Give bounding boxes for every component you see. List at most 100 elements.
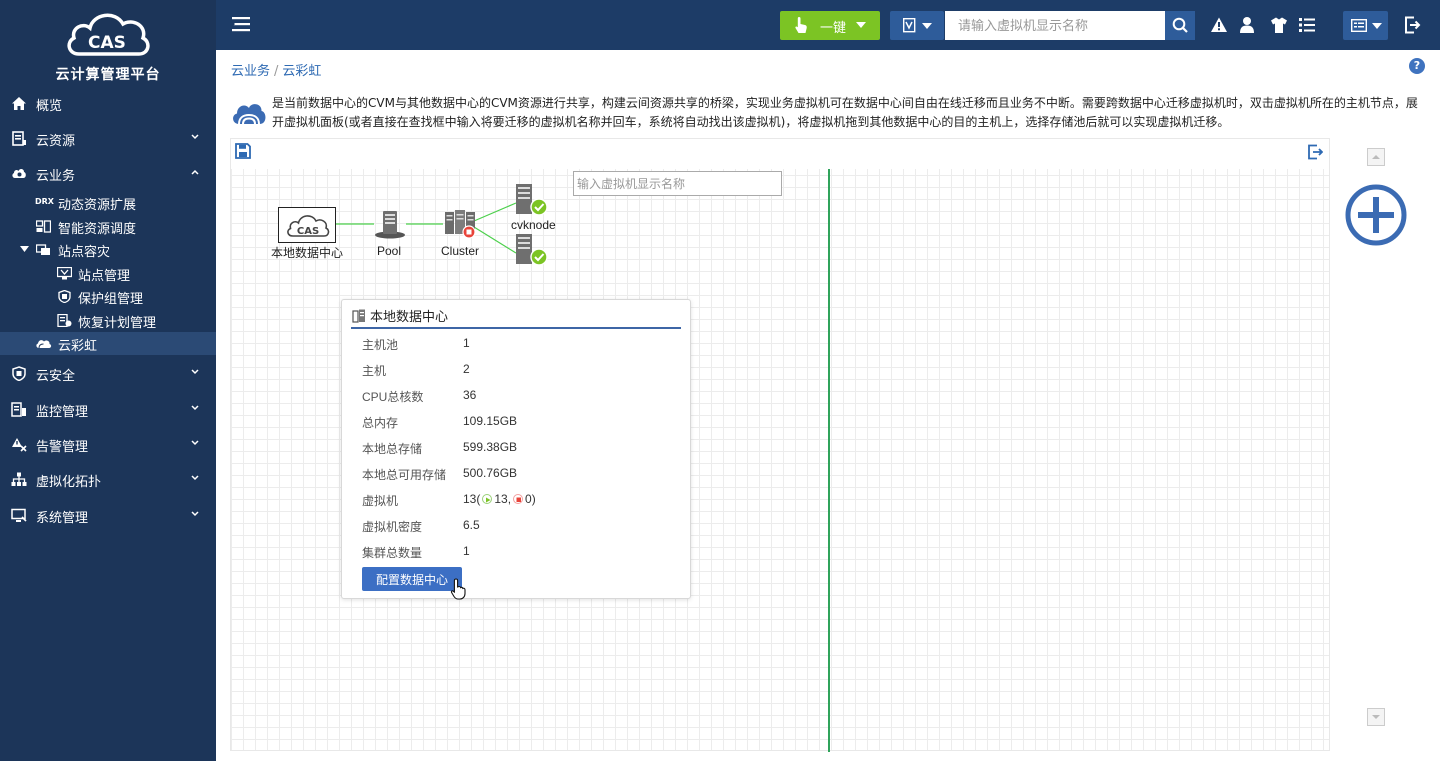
info-row-vm: 虚拟机 13(13, 0)	[362, 490, 682, 510]
breadcrumb-separator: /	[274, 64, 279, 79]
sidebar-item-topology[interactable]: 虚拟化拓扑	[0, 464, 216, 494]
vm-total: 13(	[463, 492, 481, 506]
sidebar-item-overview[interactable]: 概览	[0, 88, 216, 118]
hand-cursor-icon	[450, 578, 466, 600]
sidebar-subitem-site-dr[interactable]: 站点容灾	[0, 238, 216, 261]
sidebar-subitem-site-manage[interactable]: 站点管理	[0, 262, 216, 285]
info-row: 本地总可用存储 500.76GB	[362, 464, 682, 484]
sidebar-subitem-label: 智能资源调度	[58, 222, 137, 237]
info-value: 1	[463, 336, 470, 350]
vm-search-input[interactable]	[945, 11, 1165, 40]
brand: CAS 云计算管理平台	[0, 0, 216, 86]
main-content: 云业务 / 云彩虹 ? 是当前数据中心的CVM与其他数据中心的CVM资源进行共享，构…	[216, 50, 1440, 761]
sidebar: CAS 云计算管理平台 概览 云资源 云业务 DRX 动态资源扩展 智能资源调度…	[0, 0, 216, 761]
vm-running-count: 13,	[494, 492, 512, 506]
export-icon[interactable]	[1307, 144, 1323, 160]
sidebar-item-label: 虚拟化拓扑	[36, 475, 102, 490]
help-icon[interactable]: ?	[1409, 58, 1425, 74]
svg-text:CAS: CAS	[88, 33, 126, 53]
user-icon[interactable]	[1238, 16, 1256, 34]
sidebar-subitem-drx[interactable]: DRX 动态资源扩展	[0, 191, 216, 214]
info-row: 主机池 1	[362, 334, 682, 354]
sidebar-item-monitor[interactable]: 监控管理	[0, 394, 216, 424]
search-button[interactable]	[1165, 11, 1195, 40]
info-value: 36	[463, 388, 477, 402]
datacenter-icon	[352, 309, 365, 323]
cloud-security-icon	[12, 366, 26, 381]
info-key: 主机	[362, 364, 387, 378]
info-key: 集群总数量	[362, 546, 423, 560]
info-key: 主机池	[362, 338, 399, 352]
sidebar-subitem-recovery-plan[interactable]: 恢复计划管理	[0, 309, 216, 332]
scroll-down-button[interactable]	[1367, 708, 1385, 726]
sidebar-item-cloud-security[interactable]: 云安全	[0, 358, 216, 388]
alarm-icon	[12, 438, 27, 452]
sidebar-subitem-scheduler[interactable]: 智能资源调度	[0, 215, 216, 238]
drx-icon: DRX	[35, 197, 54, 206]
sidebar-subitem-label: 站点容灾	[58, 245, 111, 260]
hand-pointer-icon	[795, 17, 807, 33]
list-icon[interactable]	[1298, 16, 1316, 34]
recovery-plan-icon	[57, 314, 72, 327]
sidebar-subitem-label: 云彩虹	[58, 339, 98, 354]
info-row: CPU总核数 36	[362, 386, 682, 406]
info-value: 1	[463, 544, 470, 558]
sidebar-item-label: 云安全	[36, 369, 76, 384]
info-row: 集群总数量 1	[362, 542, 682, 562]
info-key: 虚拟机	[362, 494, 399, 508]
chevron-down-icon	[191, 369, 199, 375]
info-value: 109.15GB	[463, 414, 518, 428]
scheduler-icon	[36, 220, 51, 233]
top-bar: 一键	[216, 0, 1440, 50]
cluster-node-icon[interactable]	[443, 209, 477, 239]
logout-icon[interactable]	[1403, 16, 1421, 34]
info-value: 13(13, 0)	[463, 492, 536, 506]
info-key: 本地总可用存储	[362, 468, 447, 482]
warning-icon[interactable]	[1210, 16, 1228, 34]
canvas-vm-search-input[interactable]	[573, 171, 782, 196]
cas-logo: CAS	[67, 13, 150, 56]
breadcrumb-link-cloud-service[interactable]: 云业务	[231, 64, 270, 79]
sidebar-item-label: 云资源	[36, 134, 76, 149]
info-key: 虚拟机密度	[362, 520, 423, 534]
protection-group-icon	[58, 290, 71, 303]
menu-toggle-icon[interactable]	[232, 16, 250, 32]
view-switch-dropdown[interactable]	[1343, 11, 1388, 40]
info-row: 本地总存储 599.38GB	[362, 438, 682, 458]
vm-stopped-icon	[513, 494, 524, 504]
info-value: 500.76GB	[463, 466, 518, 480]
sidebar-subitem-cloud-rainbow[interactable]: 云彩虹	[0, 332, 216, 355]
sidebar-subitem-protection-group[interactable]: 保护组管理	[0, 285, 216, 308]
info-key: 本地总存储	[362, 442, 423, 456]
host-node-icon[interactable]	[514, 183, 550, 217]
sidebar-item-label: 系统管理	[36, 511, 89, 526]
caret-down-icon	[922, 23, 932, 29]
cloud-rainbow-icon	[36, 340, 52, 349]
onekey-button[interactable]: 一键	[780, 11, 880, 40]
sidebar-item-cloud-resource[interactable]: 云资源	[0, 123, 216, 153]
caret-down-icon	[856, 22, 866, 28]
scroll-up-button[interactable]	[1367, 148, 1385, 166]
svg-text:CAS: CAS	[297, 226, 319, 237]
cloud-resource-icon	[12, 131, 26, 146]
home-icon	[12, 97, 26, 110]
chevron-down-icon	[191, 511, 199, 517]
datacenter-node[interactable]: CAS	[278, 207, 336, 243]
page-description: 是当前数据中心的CVM与其他数据中心的CVM资源进行共享，构建云间资源共享的桥梁…	[272, 96, 1418, 129]
add-datacenter-icon[interactable]	[1345, 184, 1407, 246]
configure-datacenter-button[interactable]: 配置数据中心	[362, 567, 462, 591]
sidebar-item-alarm[interactable]: 告警管理	[0, 429, 216, 459]
skin-icon[interactable]	[1270, 16, 1288, 34]
save-icon[interactable]	[235, 143, 251, 159]
pool-node-icon[interactable]	[373, 209, 407, 239]
host-node-icon[interactable]	[514, 233, 550, 267]
breadcrumb-link-cloud-rainbow[interactable]: 云彩虹	[282, 64, 321, 79]
sidebar-item-system[interactable]: 系统管理	[0, 500, 216, 530]
vm-running-icon	[482, 494, 493, 504]
search-icon	[1172, 17, 1188, 33]
sidebar-item-cloud-service[interactable]: 云业务	[0, 158, 216, 188]
topology-canvas[interactable]: CAS 本地数据中心 Pool Cluster cvknode	[230, 138, 1330, 752]
chevron-up-icon	[191, 169, 199, 175]
search-type-dropdown[interactable]	[890, 11, 944, 40]
pool-node-label: Pool	[377, 244, 402, 258]
